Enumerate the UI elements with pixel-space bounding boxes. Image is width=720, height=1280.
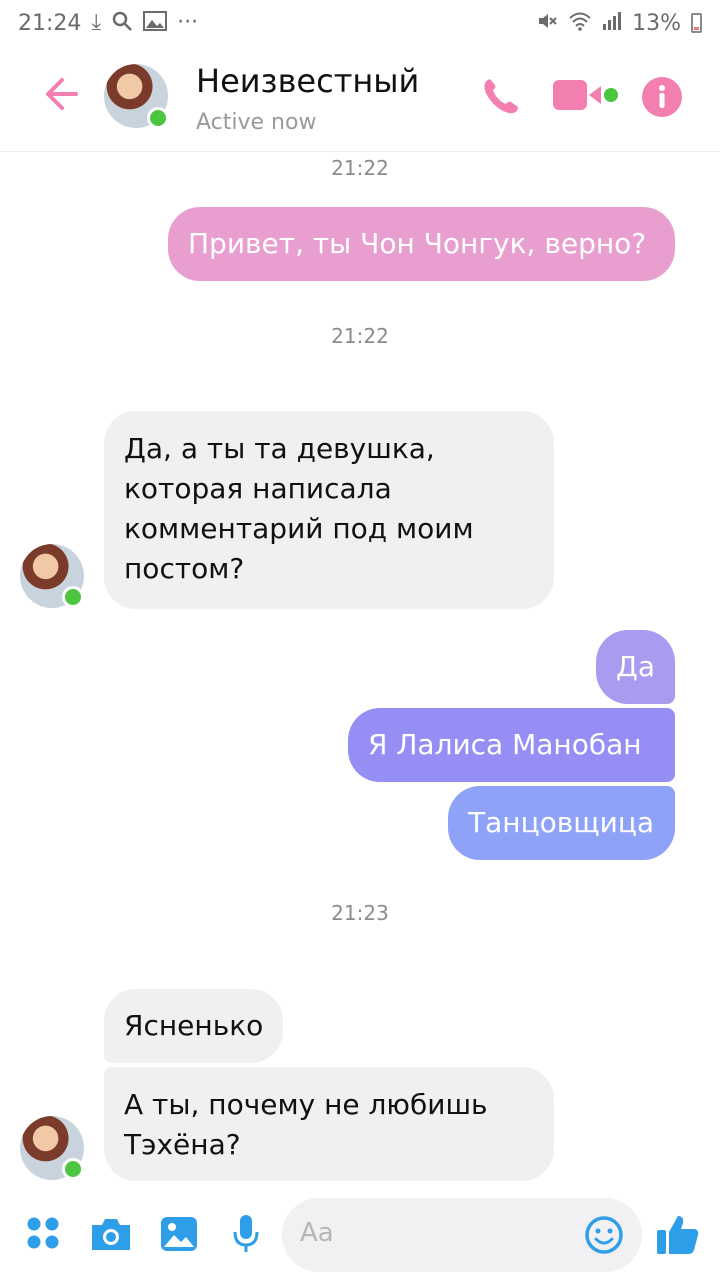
message-line: Да, а ты та девушка, bbox=[124, 432, 435, 465]
contact-name[interactable]: Неизвестный bbox=[196, 62, 419, 100]
search-icon bbox=[111, 10, 133, 37]
status-left: 21:24 ⤓ ··· bbox=[18, 10, 198, 37]
back-arrow-icon[interactable] bbox=[40, 74, 80, 114]
phone-icon[interactable] bbox=[478, 74, 522, 122]
message-line: которая написала bbox=[124, 472, 392, 505]
apps-dots-icon[interactable] bbox=[26, 1216, 60, 1254]
message-line: комментарий под моим bbox=[124, 512, 474, 545]
camera-icon[interactable] bbox=[90, 1216, 132, 1256]
message-line: А ты, почему не любишь bbox=[124, 1088, 488, 1121]
composer-bar: Aa bbox=[0, 1190, 720, 1280]
more-dots-icon: ··· bbox=[177, 10, 199, 35]
incoming-message[interactable]: Ясненько bbox=[104, 989, 283, 1063]
download-icon: ⤓ bbox=[91, 10, 102, 35]
status-right: 13% bbox=[536, 10, 702, 37]
emoji-icon[interactable] bbox=[584, 1215, 624, 1259]
incoming-message[interactable]: Да, а ты та девушка, которая написала ко… bbox=[104, 411, 554, 609]
outgoing-message[interactable]: Я Лалиса Манобан bbox=[348, 708, 675, 782]
outgoing-message[interactable]: Танцовщица bbox=[448, 786, 675, 860]
timestamp: 21:22 bbox=[331, 324, 389, 348]
image-icon[interactable] bbox=[160, 1216, 198, 1256]
video-camera-icon[interactable] bbox=[553, 78, 619, 118]
contact-status: Active now bbox=[196, 110, 317, 135]
battery-icon bbox=[691, 13, 702, 33]
thumbs-up-icon[interactable] bbox=[656, 1212, 700, 1260]
online-indicator bbox=[62, 586, 84, 608]
timestamp: 21:23 bbox=[331, 901, 389, 925]
message-input[interactable]: Aa bbox=[282, 1198, 642, 1272]
mute-icon bbox=[536, 10, 558, 37]
outgoing-message[interactable]: Привет, ты Чон Чонгук, верно? bbox=[168, 207, 675, 281]
timestamp: 21:22 bbox=[331, 156, 389, 180]
outgoing-message[interactable]: Да bbox=[596, 630, 675, 704]
online-indicator bbox=[62, 1158, 84, 1180]
microphone-icon[interactable] bbox=[232, 1214, 260, 1258]
message-line: Тэхёна? bbox=[124, 1128, 241, 1161]
battery-percent: 13% bbox=[632, 10, 681, 36]
status-time: 21:24 bbox=[18, 10, 82, 36]
info-icon[interactable] bbox=[641, 76, 683, 122]
chat-header: Неизвестный Active now bbox=[0, 46, 720, 152]
signal-icon bbox=[602, 11, 622, 36]
gallery-status-icon bbox=[143, 10, 168, 36]
input-placeholder: Aa bbox=[300, 1218, 334, 1248]
wifi-icon bbox=[568, 11, 592, 36]
incoming-message[interactable]: А ты, почему не любишь Тэхёна? bbox=[104, 1067, 554, 1181]
online-indicator bbox=[147, 107, 169, 129]
message-line: постом? bbox=[124, 552, 245, 585]
status-bar: 21:24 ⤓ ··· 13% bbox=[0, 0, 720, 46]
